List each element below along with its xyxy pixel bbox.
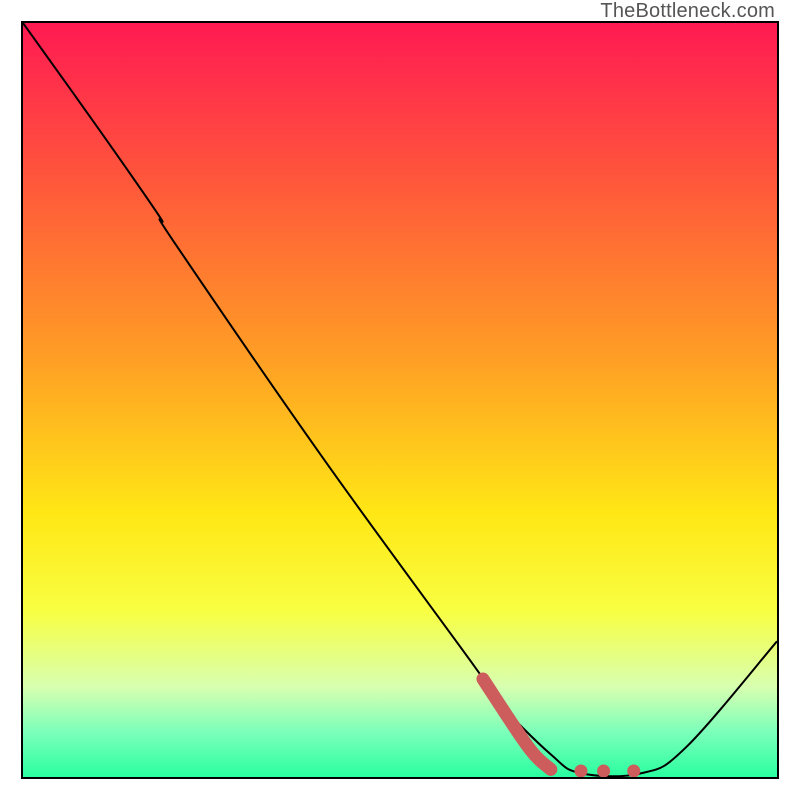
- watermark-text: TheBottleneck.com: [600, 0, 775, 23]
- chart-frame: TheBottleneck.com: [0, 0, 800, 800]
- highlight-dots: [574, 764, 640, 777]
- plot-area: [21, 21, 779, 779]
- gradient-background: [23, 23, 777, 777]
- chart-svg: [23, 23, 777, 777]
- highlight-dot: [597, 764, 610, 777]
- highlight-dot: [627, 764, 640, 777]
- highlight-dot: [574, 764, 587, 777]
